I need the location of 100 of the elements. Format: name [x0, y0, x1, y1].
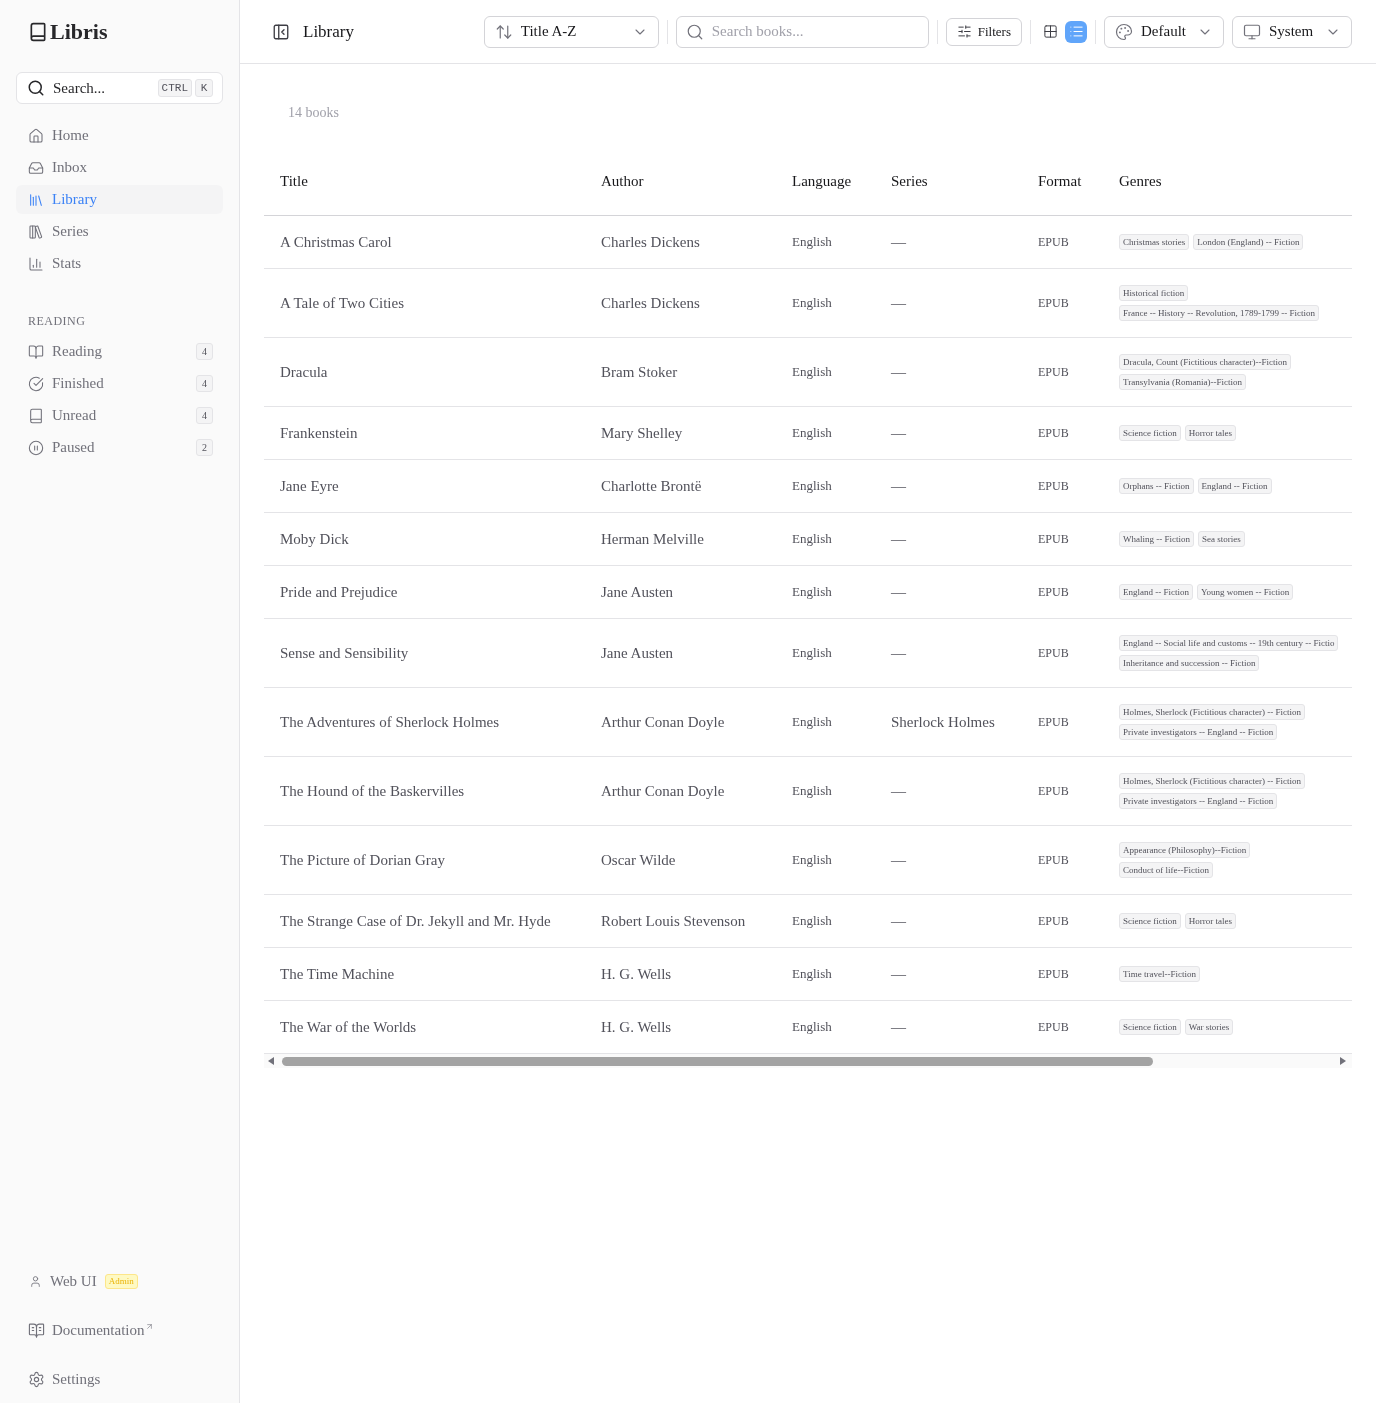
genre-tag: Historical fiction	[1119, 285, 1189, 301]
genre-tag: London (England) -- Fiction	[1193, 234, 1304, 250]
series-cell-text: —	[891, 644, 906, 663]
language-cell-text: English	[792, 530, 832, 548]
search-button[interactable]: Search... CTRL K	[16, 72, 223, 104]
sidebar-toggle-button[interactable]	[272, 22, 290, 41]
genre-tag: Science fiction	[1119, 425, 1181, 441]
book-title-cell-text: A Tale of Two Cities	[280, 294, 404, 313]
language-cell-text: English	[792, 233, 832, 251]
theme-dropdown[interactable]: Default	[1104, 15, 1224, 48]
sidebar-nav-item[interactable]: Home	[16, 121, 223, 150]
genre-tag: Inheritance and succession -- Fiction	[1119, 655, 1260, 671]
check-circle-icon	[28, 375, 44, 392]
column-header: Title	[280, 172, 308, 191]
app-logo: Libris	[50, 20, 108, 44]
series-cell-text: —	[891, 233, 906, 252]
book-title-cell-text: Pride and Prejudice	[280, 583, 398, 602]
language-cell-text: English	[792, 782, 832, 800]
book-title-cell-text: Frankenstein	[280, 424, 358, 443]
language-cell-text: English	[792, 424, 832, 442]
language-cell-text: English	[792, 713, 832, 731]
count-badge: 4	[196, 407, 213, 424]
language-cell-text: English	[792, 912, 832, 930]
search-icon	[27, 79, 45, 97]
sidebar-footer-link[interactable]: Web UI Admin	[16, 1267, 223, 1296]
scrollbar-thumb[interactable]	[282, 1056, 1153, 1066]
book-count: 14 books	[287, 104, 340, 122]
language-cell-text: English	[792, 851, 832, 869]
book-title-cell-text: A Christmas Carol	[280, 233, 392, 252]
author-cell-text: Charles Dickens	[601, 233, 700, 252]
format-cell-text: EPUB	[1038, 1019, 1069, 1036]
sidebar-nav-item[interactable]: Inbox	[16, 153, 223, 182]
series-cell-text: —	[891, 782, 906, 801]
author-cell-text: Oscar Wilde	[601, 851, 676, 870]
genre-tag: Private investigators -- England -- Fiction	[1119, 724, 1278, 740]
format-cell-text: EPUB	[1038, 966, 1069, 983]
book-title-cell-text: Jane Eyre	[280, 477, 339, 496]
series-cell-text: —	[891, 965, 906, 984]
author-cell-text: Charles Dickens	[601, 294, 700, 313]
book-title-cell-text: The Strange Case of Dr. Jekyll and Mr. Hyde	[280, 912, 551, 931]
genre-tag: Science fiction	[1119, 1019, 1181, 1035]
column-header: Genres	[1119, 172, 1162, 191]
home-icon	[28, 127, 44, 144]
genre-tag: France -- History -- Revolution, 1789-1799 -- Fiction	[1119, 305, 1319, 321]
reading-status-item[interactable]: Finished 4	[16, 369, 223, 398]
book-title-cell-text: Moby Dick	[280, 530, 349, 549]
author-cell-text: Arthur Conan Doyle	[601, 782, 725, 801]
sidebar-nav-item[interactable]: Series	[16, 217, 223, 246]
language-cell-text: English	[792, 1018, 832, 1036]
genre-tag: England -- Fiction	[1197, 478, 1272, 494]
genre-tag: Private investigators -- England -- Fiction	[1119, 793, 1278, 809]
page-title: Library	[303, 20, 354, 43]
open-book-icon	[28, 343, 44, 360]
author-cell-text: Bram Stoker	[601, 363, 678, 382]
language-cell-text: English	[792, 583, 832, 601]
bar-chart-icon	[28, 255, 44, 272]
genre-tag: Horror tales	[1184, 913, 1236, 929]
search-field[interactable]: Search books...	[675, 15, 929, 48]
genre-tag: War stories	[1184, 1019, 1234, 1035]
genre-tag: Whaling -- Fiction	[1119, 531, 1194, 547]
author-cell-text: Arthur Conan Doyle	[601, 713, 725, 732]
book-title-cell-text: The Time Machine	[280, 965, 395, 984]
book-title-cell-text: The War of the Worlds	[280, 1018, 417, 1037]
monitor-icon	[1243, 22, 1261, 41]
sidebar-footer-link[interactable]: Settings	[16, 1365, 223, 1394]
format-cell-text: EPUB	[1038, 645, 1069, 662]
author-cell-text: H. G. Wells	[601, 965, 672, 984]
sidebar-footer-link[interactable]: Documentation	[16, 1316, 223, 1345]
language-cell-text: English	[792, 965, 832, 983]
count-badge: 2	[196, 439, 213, 456]
mode-dropdown[interactable]: System	[1232, 15, 1352, 48]
reading-status-item[interactable]: Paused 2	[16, 433, 223, 462]
format-cell-text: EPUB	[1038, 714, 1069, 731]
view-toggle-button[interactable]	[1065, 20, 1087, 43]
format-cell-text: EPUB	[1038, 425, 1069, 442]
filters-button[interactable]: Filters	[945, 17, 1022, 46]
books-icon	[28, 223, 44, 240]
grid-view-icon	[1042, 24, 1058, 39]
reading-status-item[interactable]: Reading 4	[16, 337, 223, 366]
genre-tag: Sea stories	[1198, 531, 1245, 547]
section-heading: READING	[27, 313, 87, 329]
sort-dropdown[interactable]: Title A-Z	[483, 15, 659, 48]
book-title-cell-text: The Hound of the Baskervilles	[280, 782, 465, 801]
scroll-right-icon[interactable]	[1340, 1057, 1346, 1065]
admin-badge: Admin	[104, 1274, 138, 1289]
genre-tag: Appearance (Philosophy)--Fiction	[1119, 842, 1251, 858]
author-cell-text: H. G. Wells	[601, 1018, 672, 1037]
sidebar-nav-item[interactable]: Stats	[16, 249, 223, 278]
format-cell-text: EPUB	[1038, 531, 1069, 548]
scroll-left-icon[interactable]	[268, 1057, 274, 1065]
list-view-icon	[1068, 24, 1084, 39]
genre-tag: Conduct of life--Fiction	[1119, 862, 1213, 878]
column-header: Series	[891, 172, 928, 191]
reading-status-item[interactable]: Unread 4	[16, 401, 223, 430]
column-header: Format	[1038, 172, 1082, 191]
genre-tag: Christmas stories	[1119, 234, 1190, 250]
inbox-icon	[28, 159, 44, 176]
genre-tag: England -- Fiction	[1119, 584, 1193, 600]
horizontal-scrollbar[interactable]	[264, 1054, 1352, 1068]
book-title-cell-text: Dracula	[280, 363, 328, 382]
